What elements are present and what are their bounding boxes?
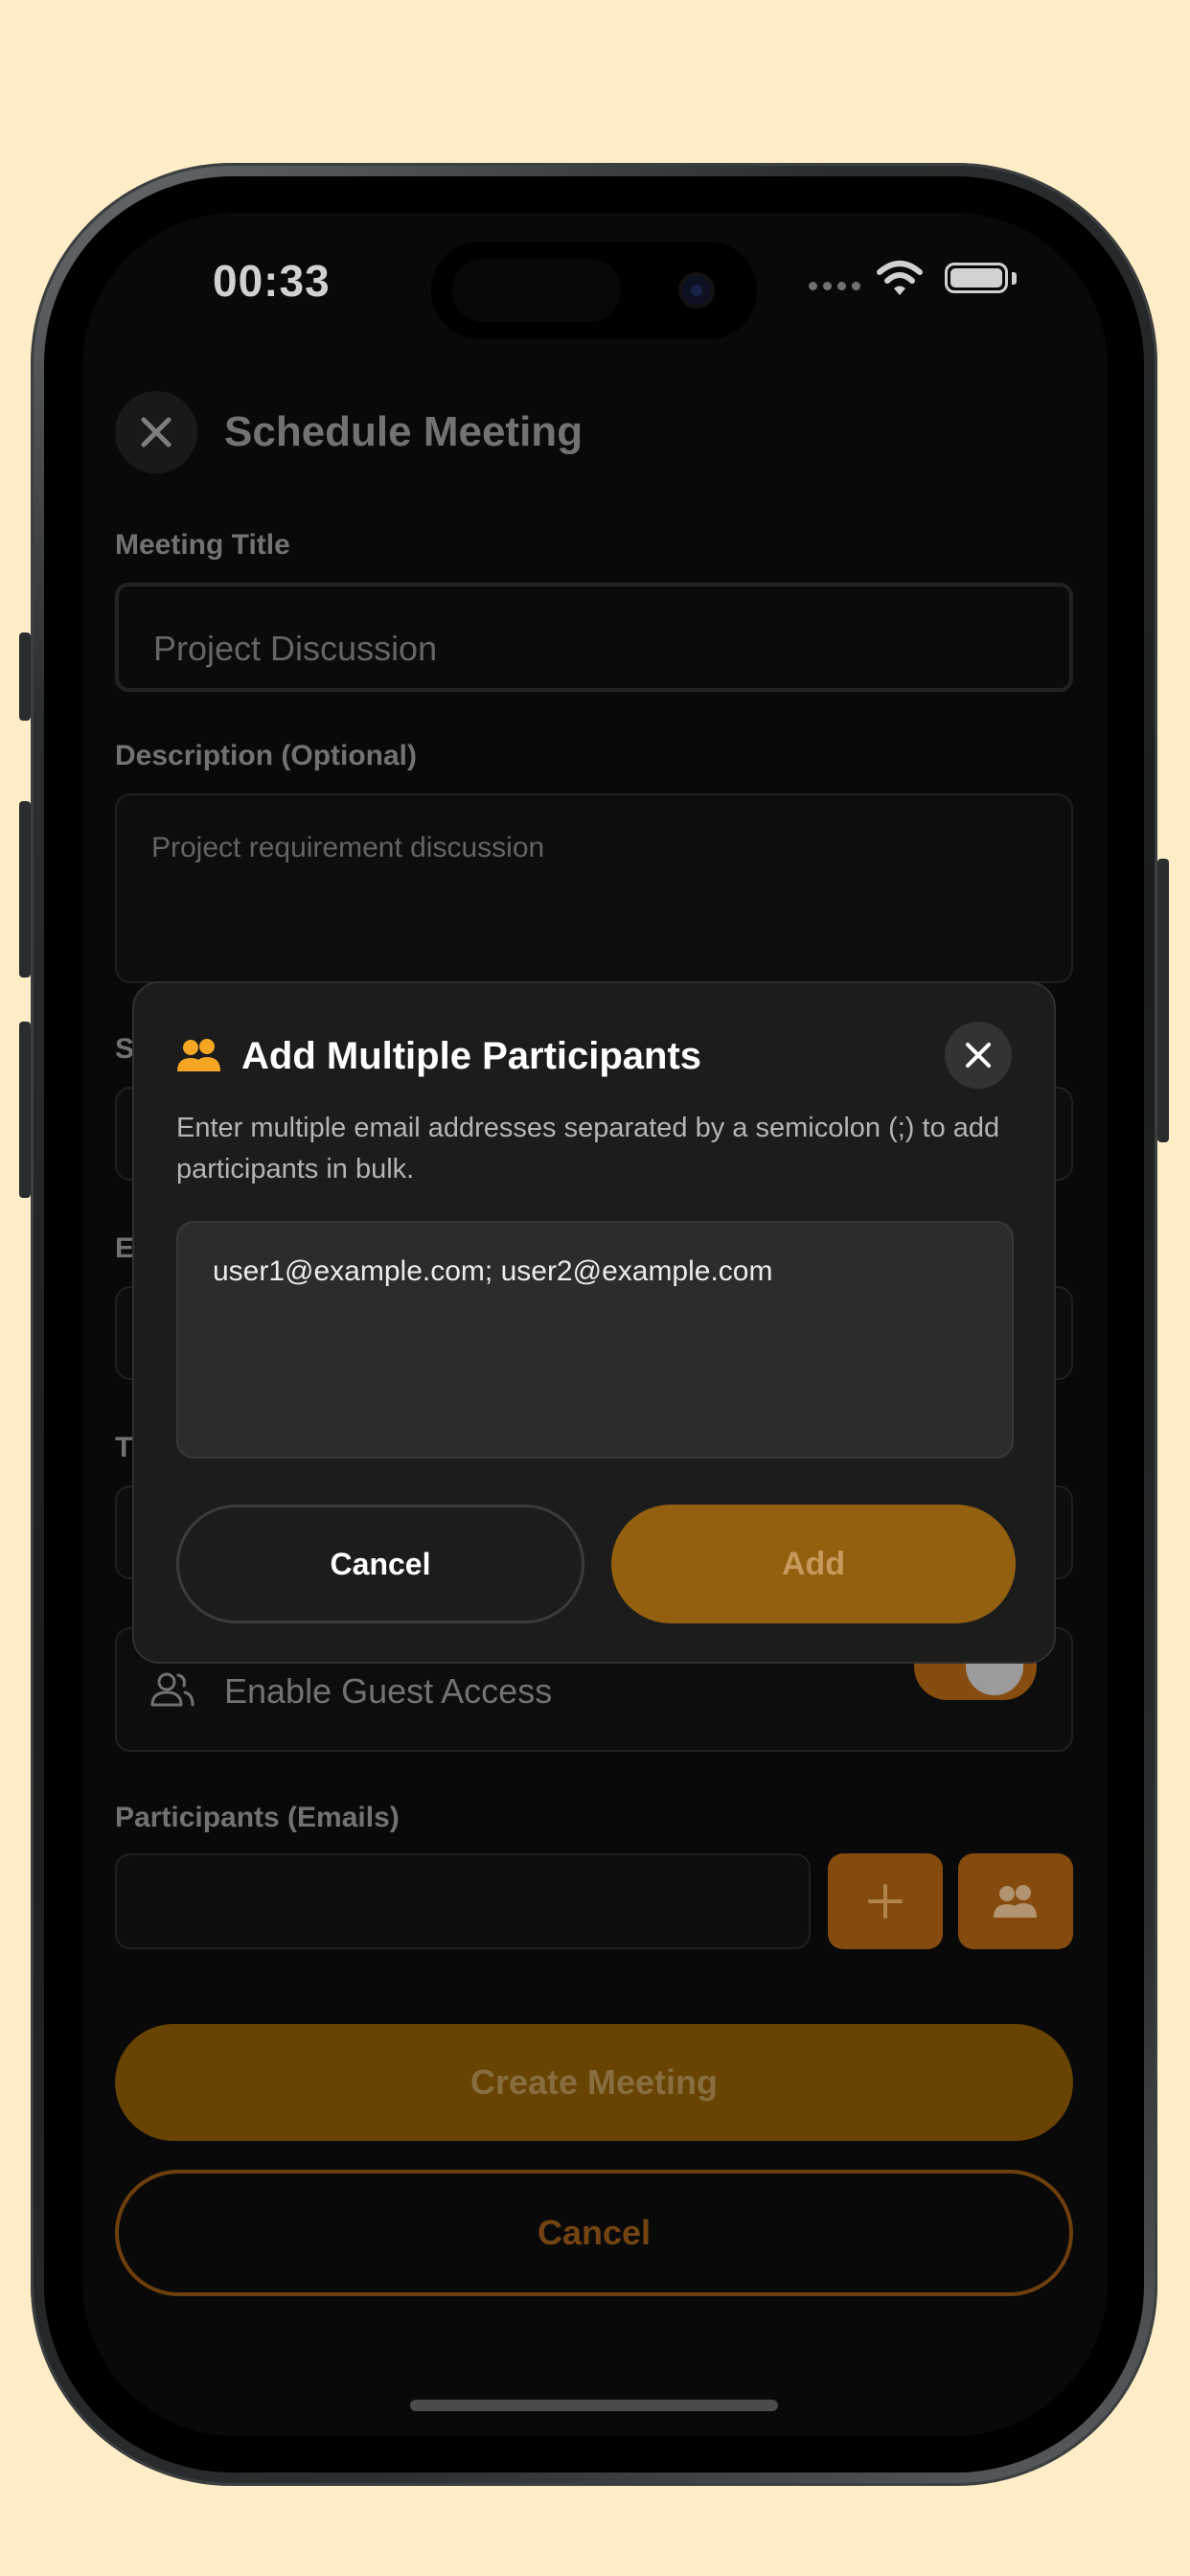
dialog-title: Add Multiple Participants [241, 1035, 702, 1077]
action-button [19, 632, 31, 721]
add-multiple-participants-dialog: Add Multiple Participants Enter multiple… [132, 981, 1056, 1664]
close-icon [966, 1043, 991, 1068]
app-screen: 00:33 Schedule Meeting Meeting Title Pro… [82, 213, 1108, 2436]
dialog-close-button[interactable] [945, 1022, 1012, 1089]
dialog-cancel-button[interactable]: Cancel [176, 1505, 584, 1623]
bulk-emails-value: user1@example.com; user2@example.com [213, 1255, 773, 1287]
dialog-description: Enter multiple email addresses separated… [176, 1113, 1000, 1184]
people-icon [177, 1039, 220, 1071]
dialog-add-button[interactable]: Add [611, 1505, 1016, 1623]
volume-down-button [19, 1022, 31, 1198]
power-button [1157, 859, 1169, 1142]
volume-up-button [19, 801, 31, 978]
bulk-emails-textarea[interactable]: user1@example.com; user2@example.com [176, 1221, 1014, 1459]
